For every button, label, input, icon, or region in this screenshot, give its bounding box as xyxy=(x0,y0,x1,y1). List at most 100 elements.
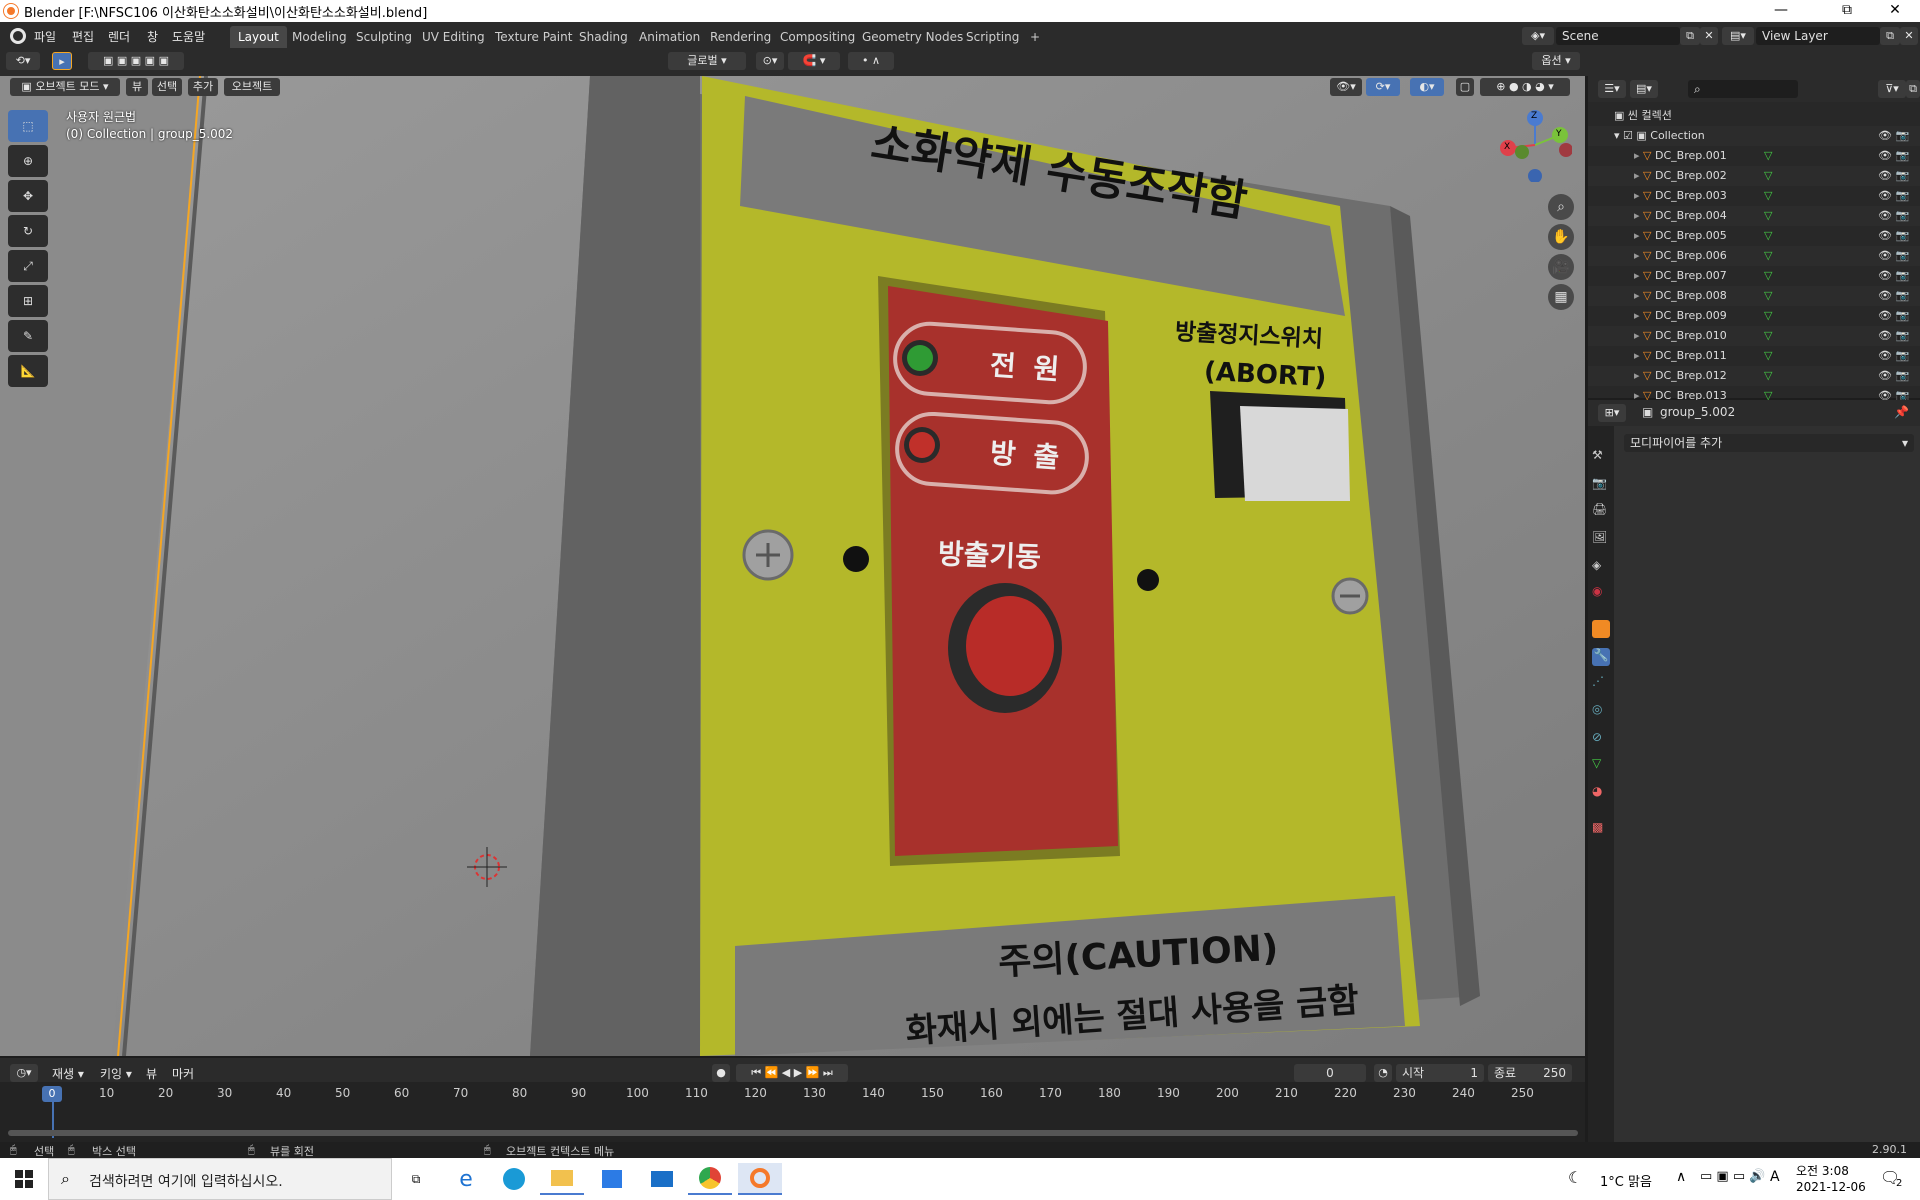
timeline-scrollbar[interactable] xyxy=(8,1130,1578,1136)
menu-render[interactable]: 렌더 xyxy=(108,27,130,47)
timeline-editor-icon[interactable]: ◷▾ xyxy=(10,1064,38,1082)
menu-add[interactable]: 추가 xyxy=(188,78,218,96)
item-visibility-icons[interactable]: 👁 📷 xyxy=(1878,166,1909,186)
expand-arrow-icon[interactable]: ▸ xyxy=(1634,189,1640,202)
transform-tool-icon[interactable]: ⊞ xyxy=(8,285,48,317)
tab-sculpting[interactable]: Sculpting xyxy=(348,26,420,48)
ime-indicator[interactable]: A xyxy=(1770,1169,1780,1185)
selection-mode-icons[interactable]: ▣ ▣ ▣ ▣ ▣ xyxy=(88,52,184,70)
outliner-editor-icon[interactable]: ☰▾ xyxy=(1598,80,1626,98)
pivot-point-icon[interactable]: ⊙▾ xyxy=(756,52,784,70)
tool-tab-icon[interactable]: ⚒ xyxy=(1592,448,1610,466)
edge-icon[interactable] xyxy=(492,1163,536,1195)
scene-tab-icon[interactable]: ◈ xyxy=(1592,558,1610,576)
select-box-tool-icon[interactable]: ⬚ xyxy=(8,110,48,142)
collection-visibility-icons[interactable]: 👁 📷 xyxy=(1878,126,1909,146)
viewlayer-remove-icon[interactable]: ✕ xyxy=(1900,27,1918,45)
outliner-item[interactable]: ▸ ▽ DC_Brep.007 ▽ 👁 📷 xyxy=(1588,266,1920,286)
expand-arrow-icon[interactable]: ▸ xyxy=(1634,349,1640,362)
item-visibility-icons[interactable]: 👁 📷 xyxy=(1878,366,1909,386)
material-tab-icon[interactable]: ◕ xyxy=(1592,784,1610,802)
move-tool-icon[interactable]: ✥ xyxy=(8,180,48,212)
chrome-icon[interactable] xyxy=(688,1163,732,1195)
timeline-keying-menu[interactable]: 키잉 ▾ xyxy=(100,1064,132,1084)
data-tab-icon[interactable]: ▽ xyxy=(1592,756,1610,774)
mail-icon[interactable] xyxy=(640,1163,684,1195)
file-explorer-icon[interactable] xyxy=(540,1163,584,1195)
outliner-item[interactable]: ▸ ▽ DC_Brep.005 ▽ 👁 📷 xyxy=(1588,226,1920,246)
blender-taskbar-icon[interactable] xyxy=(738,1163,782,1195)
expand-arrow-icon[interactable]: ▸ xyxy=(1634,369,1640,382)
navigation-gizmo[interactable]: Z Y X xyxy=(1498,108,1573,183)
night-light-icon[interactable]: ☾ xyxy=(1568,1168,1582,1187)
expand-arrow-icon[interactable]: ▸ xyxy=(1634,209,1640,222)
tab-rendering[interactable]: Rendering xyxy=(702,26,779,48)
taskbar-search-box[interactable]: ⌕ 검색하려면 여기에 입력하십시오. xyxy=(48,1158,392,1200)
record-icon[interactable]: ● xyxy=(712,1064,730,1082)
outliner-item[interactable]: ▸ ▽ DC_Brep.009 ▽ 👁 📷 xyxy=(1588,306,1920,326)
menu-edit[interactable]: 편집 xyxy=(72,27,94,47)
world-tab-icon[interactable]: ◉ xyxy=(1592,584,1610,602)
measure-tool-icon[interactable]: 📐 xyxy=(8,355,48,387)
outliner-item[interactable]: ▸ ▽ DC_Brep.004 ▽ 👁 📷 xyxy=(1588,206,1920,226)
timeline-view-menu[interactable]: 뷰 xyxy=(146,1064,157,1084)
item-visibility-icons[interactable]: 👁 📷 xyxy=(1878,306,1909,326)
collection-row[interactable]: ▾ ☑ ▣ Collection 👁 📷 xyxy=(1588,126,1920,146)
particles-tab-icon[interactable]: ⋰ xyxy=(1592,674,1610,692)
tray-chevron-icon[interactable]: ∧ xyxy=(1676,1169,1686,1185)
item-visibility-icons[interactable]: 👁 📷 xyxy=(1878,286,1909,306)
modifier-tab-icon[interactable]: 🔧 xyxy=(1592,648,1610,666)
scene-remove-icon[interactable]: ✕ xyxy=(1700,27,1718,45)
menu-window[interactable]: 창 xyxy=(147,27,158,47)
render-tab-icon[interactable]: 📷 xyxy=(1592,476,1610,494)
cursor-tool-icon[interactable]: ⊕ xyxy=(8,145,48,177)
expand-arrow-icon[interactable]: ▸ xyxy=(1634,169,1640,182)
expand-arrow-icon[interactable]: ▸ xyxy=(1634,249,1640,262)
close-button[interactable]: ✕ xyxy=(1872,0,1918,22)
scene-collection-row[interactable]: ▣ 씬 컬렉션 xyxy=(1614,106,1920,126)
timeline-playback-menu[interactable]: 재생 ▾ xyxy=(52,1064,84,1084)
maximize-button[interactable]: ⧉ xyxy=(1824,0,1870,22)
expand-arrow-icon[interactable]: ▸ xyxy=(1634,289,1640,302)
add-workspace-button[interactable]: + xyxy=(1022,26,1048,48)
display-mode-icon[interactable]: ▤▾ xyxy=(1630,80,1658,98)
windows-start-icon[interactable] xyxy=(2,1163,46,1195)
tab-compositing[interactable]: Compositing xyxy=(772,26,863,48)
properties-editor-icon[interactable]: ⊞▾ xyxy=(1598,404,1626,422)
item-visibility-icons[interactable]: 👁 📷 xyxy=(1878,246,1909,266)
outliner-item[interactable]: ▸ ▽ DC_Brep.003 ▽ 👁 📷 xyxy=(1588,186,1920,206)
outliner-search-field[interactable]: ⌕ xyxy=(1688,80,1798,98)
playhead[interactable]: 0 xyxy=(42,1086,62,1102)
minimize-button[interactable]: — xyxy=(1758,0,1804,22)
outliner-item[interactable]: ▸ ▽ DC_Brep.012 ▽ 👁 📷 xyxy=(1588,366,1920,386)
proportional-edit-icon[interactable]: • ∧ xyxy=(848,52,894,70)
store-icon[interactable] xyxy=(590,1163,634,1195)
xray-icon[interactable]: ▢ xyxy=(1456,78,1474,96)
menu-view[interactable]: 뷰 xyxy=(126,78,148,96)
outliner-item[interactable]: ▸ ▽ DC_Brep.006 ▽ 👁 📷 xyxy=(1588,246,1920,266)
output-tab-icon[interactable]: 🖨 xyxy=(1592,502,1610,520)
viewlayer-browse-icon[interactable]: ▤▾ xyxy=(1722,27,1754,45)
start-frame-field[interactable]: 시작 1 xyxy=(1396,1064,1484,1082)
expand-arrow-icon[interactable]: ▸ xyxy=(1634,149,1640,162)
texture-tab-icon[interactable]: ▩ xyxy=(1592,820,1610,838)
filter-icon[interactable]: ⊽▾ xyxy=(1878,80,1906,98)
rotate-tool-icon[interactable]: ↻ xyxy=(8,215,48,247)
tab-modeling[interactable]: Modeling xyxy=(284,26,355,48)
ortho-grid-icon[interactable]: ▦ xyxy=(1548,284,1574,310)
current-frame-field[interactable]: 0 xyxy=(1294,1064,1366,1082)
tab-scripting[interactable]: Scripting xyxy=(958,26,1027,48)
pin-icon[interactable]: 📌 xyxy=(1894,405,1909,419)
item-visibility-icons[interactable]: 👁 📷 xyxy=(1878,346,1909,366)
menu-file[interactable]: 파일 xyxy=(34,27,56,47)
tab-texture-paint[interactable]: Texture Paint xyxy=(487,26,580,48)
constraints-tab-icon[interactable]: ⊘ xyxy=(1592,730,1610,748)
snap-icon[interactable]: 🧲 ▾ xyxy=(788,52,840,70)
outliner-item[interactable]: ▸ ▽ DC_Brep.001 ▽ 👁 📷 xyxy=(1588,146,1920,166)
clock-time[interactable]: 오전 3:08 xyxy=(1796,1162,1849,1179)
weather-text[interactable]: 1°C 맑음 xyxy=(1600,1171,1652,1190)
scale-tool-icon[interactable]: ⤢ xyxy=(8,250,48,282)
item-visibility-icons[interactable]: 👁 📷 xyxy=(1878,206,1909,226)
internet-explorer-icon[interactable]: e xyxy=(444,1163,488,1195)
object-tab-icon[interactable] xyxy=(1592,620,1610,638)
